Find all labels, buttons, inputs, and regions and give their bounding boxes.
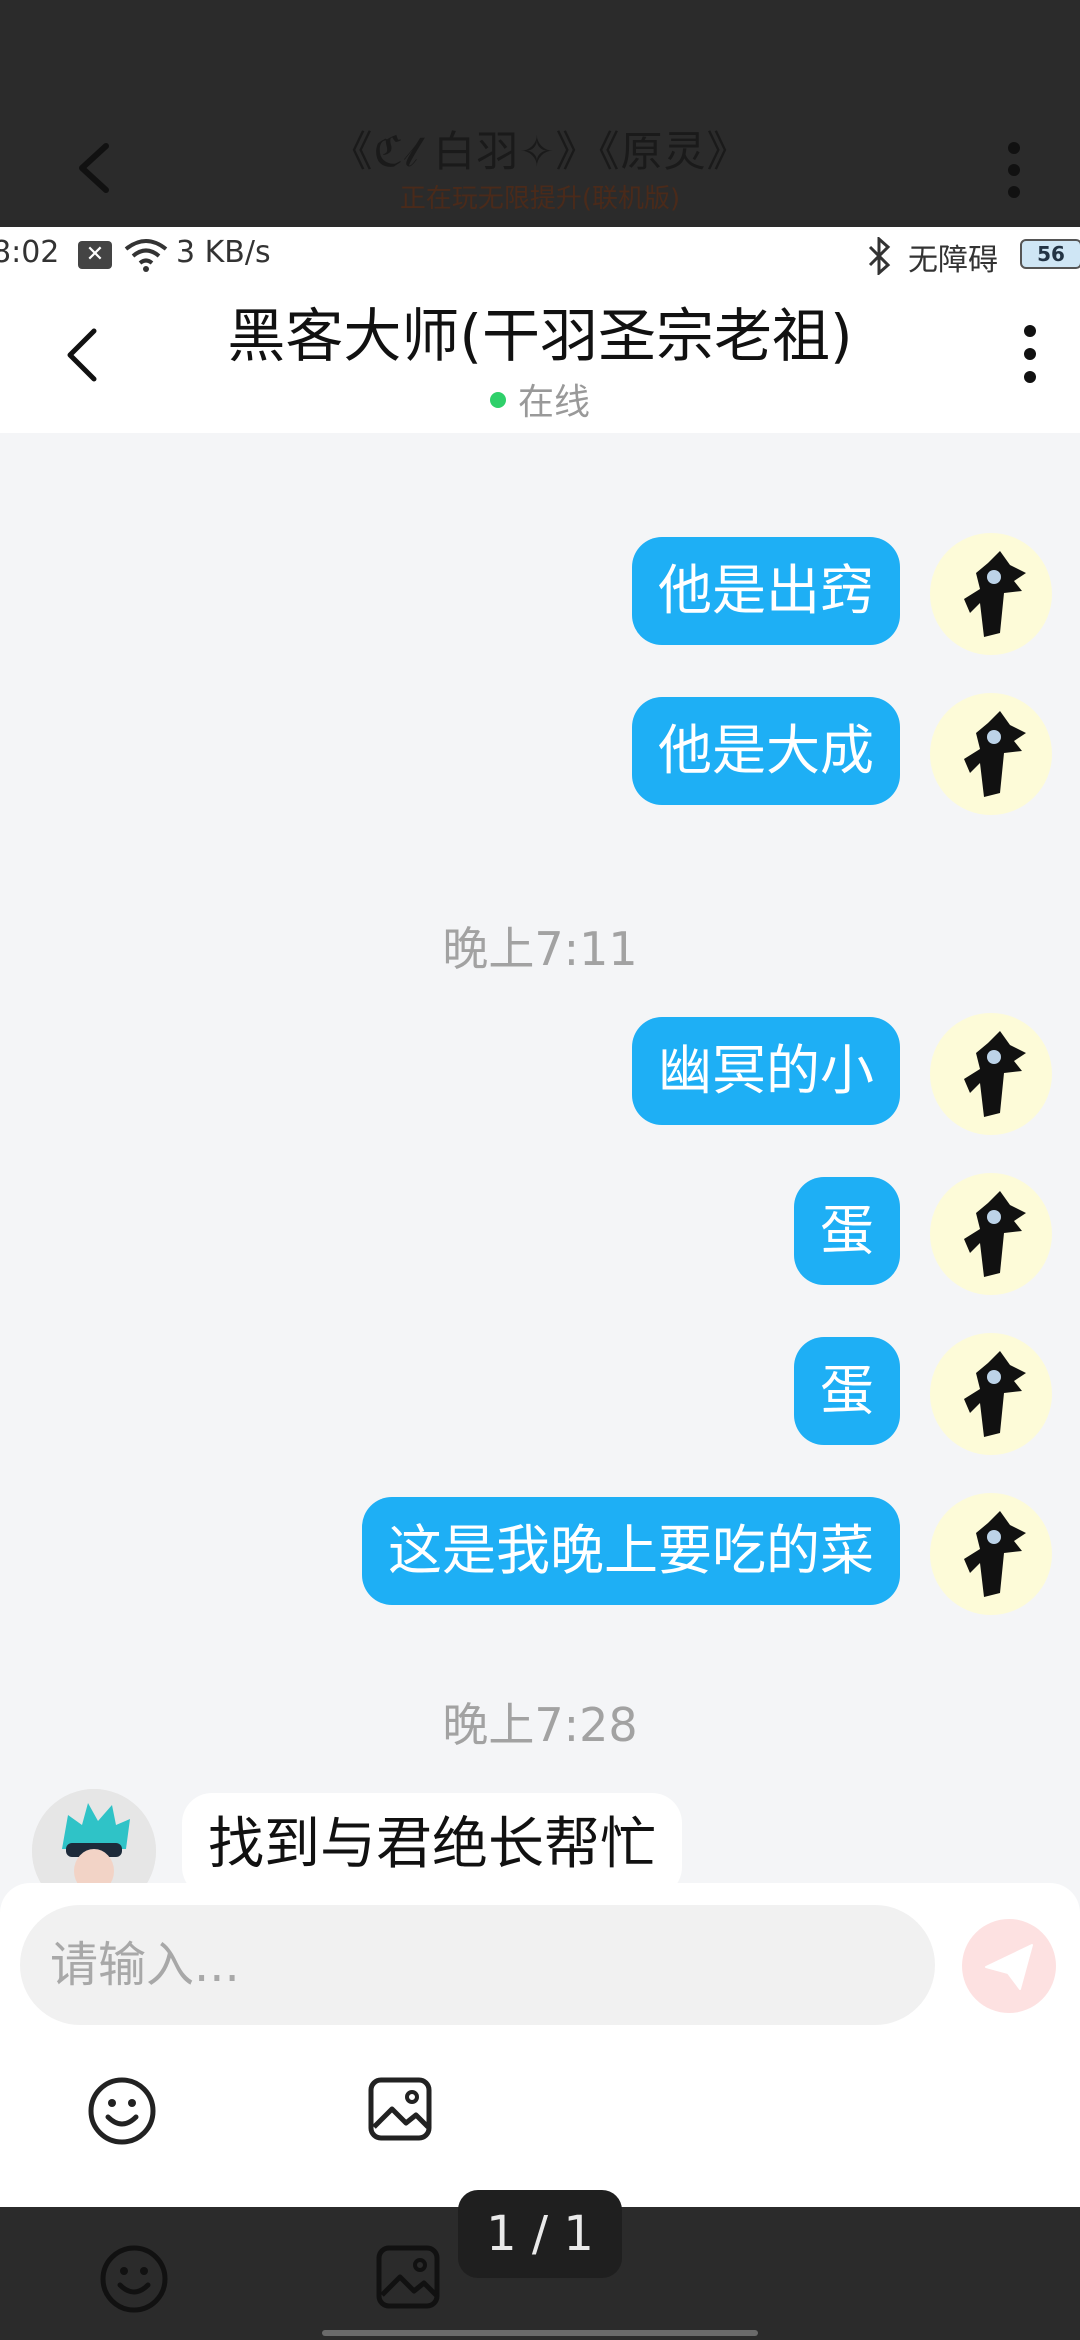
avatar[interactable]	[930, 1173, 1052, 1295]
outgoing-bubble[interactable]: 他是出窍	[632, 537, 900, 645]
input-bar	[0, 1883, 1080, 2207]
page-counter: 1 / 1	[458, 2190, 622, 2278]
accessibility-label: 无障碍	[908, 243, 998, 278]
timestamp: 晚上7:28	[442, 1698, 638, 1752]
outgoing-bubble[interactable]: 蛋	[794, 1177, 900, 1285]
online-status: 在线	[0, 373, 1080, 425]
notification-icon: ✕	[78, 241, 112, 269]
message-row: 他是出窍	[0, 533, 1080, 655]
chat-screenshot: 8:02 ✕ 3 KB/s 无障碍 56 黑客大师(干羽圣宗老祖) 在线 他是出…	[0, 227, 1080, 2207]
online-status-label: 在线	[517, 382, 590, 423]
outgoing-bubble[interactable]: 他是大成	[632, 697, 900, 805]
message-input[interactable]	[20, 1905, 935, 2025]
timestamp: 晚上7:11	[442, 922, 638, 976]
avatar[interactable]	[930, 533, 1052, 655]
viewer-subtitle: 正在玩无限提升(联机版)	[399, 184, 681, 214]
viewer-title: 《ℭ𝓁 白羽✧》《原灵》	[330, 127, 750, 176]
message-row: 蛋	[0, 1333, 1080, 1455]
status-time: 8:02	[0, 235, 60, 270]
network-speed: 3 KB/s	[176, 235, 271, 270]
message-row: 他是大成	[0, 693, 1080, 815]
send-icon	[985, 1944, 1033, 1990]
message-row: 这是我晚上要吃的菜	[0, 1493, 1080, 1615]
send-button[interactable]	[962, 1919, 1056, 2013]
home-indicator[interactable]	[322, 2330, 758, 2336]
avatar[interactable]	[930, 1493, 1052, 1615]
image-icon[interactable]	[366, 2075, 434, 2143]
avatar[interactable]	[930, 693, 1052, 815]
more-icon[interactable]	[1020, 323, 1040, 385]
emoji-icon[interactable]	[86, 2075, 158, 2147]
status-bar: 8:02 ✕ 3 KB/s 无障碍 56	[0, 227, 1080, 283]
outgoing-bubble[interactable]: 蛋	[794, 1337, 900, 1445]
outgoing-bubble[interactable]: 幽冥的小	[632, 1017, 900, 1125]
image-icon[interactable]	[374, 2243, 442, 2311]
bluetooth-icon	[868, 237, 891, 275]
incoming-bubble[interactable]: 找到与君绝长帮忙	[182, 1793, 682, 1897]
avatar[interactable]	[930, 1013, 1052, 1135]
chat-title: 黑客大师(干羽圣宗老祖)	[227, 302, 853, 370]
online-dot	[489, 392, 506, 408]
message-list: 他是出窍 他是大成 晚上7:11 幽冥的小 蛋 蛋 这是我晚上要吃的菜 晚上7:…	[0, 433, 1080, 1913]
message-row: 幽冥的小	[0, 1013, 1080, 1135]
message-row: 蛋	[0, 1173, 1080, 1295]
emoji-icon[interactable]	[98, 2243, 170, 2315]
chat-header: 黑客大师(干羽圣宗老祖) 在线	[0, 283, 1080, 433]
avatar[interactable]	[930, 1333, 1052, 1455]
outgoing-bubble[interactable]: 这是我晚上要吃的菜	[362, 1497, 900, 1605]
wifi-icon	[124, 239, 168, 272]
viewer-top-bar: 《ℭ𝓁 白羽✧》《原灵》 正在玩无限提升(联机版)	[0, 0, 1080, 227]
more-icon[interactable]	[1004, 140, 1024, 200]
battery-indicator: 56	[1020, 239, 1080, 269]
